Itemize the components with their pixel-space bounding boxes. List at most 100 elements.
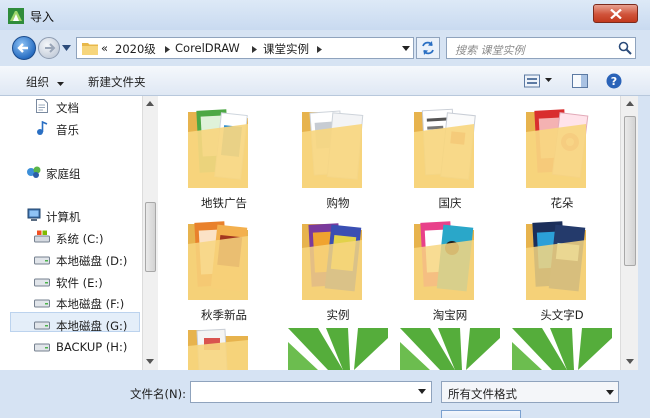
green-rays-thumbnail	[512, 328, 612, 370]
back-button[interactable]	[12, 36, 36, 60]
scroll-up-arrow-icon[interactable]	[146, 101, 154, 106]
folder-name: 实例	[326, 308, 350, 322]
history-dropdown-icon[interactable]	[62, 45, 71, 51]
folder-item[interactable]: 国庆	[400, 102, 500, 212]
refresh-button[interactable]	[416, 37, 440, 59]
import-dialog: 导入 « 2020级 CorelDRAW 课堂实例 搜索 课堂实例 组织 新建文…	[0, 0, 650, 418]
folder-icon	[188, 328, 248, 370]
file-type-value: 所有文件格式	[448, 387, 517, 401]
folder-icon	[302, 223, 362, 300]
folder-icon	[526, 109, 589, 188]
folder-name: 国庆	[438, 196, 462, 210]
file-name-dropdown-icon[interactable]	[418, 389, 426, 394]
sidebar-item-label: 计算机	[46, 210, 81, 224]
sidebar-item-label: 家庭组	[46, 167, 81, 181]
close-icon	[610, 9, 622, 19]
new-folder-button[interactable]: 新建文件夹	[88, 74, 146, 90]
drive-icon	[34, 343, 50, 352]
address-dropdown-icon[interactable]	[402, 46, 410, 51]
system-drive-icon	[34, 230, 50, 243]
computer-icon	[27, 208, 41, 221]
organize-label: 组织	[26, 75, 49, 89]
breadcrumb-segment[interactable]: 课堂实例	[263, 41, 309, 57]
folder-name: 秋季新品	[201, 308, 247, 322]
file-list-scrollbar[interactable]	[620, 96, 638, 370]
view-options-dropdown-icon[interactable]	[545, 78, 552, 82]
forward-button[interactable]	[38, 37, 60, 59]
drive-icon	[34, 299, 50, 308]
folder-item[interactable]: 实例	[288, 214, 388, 324]
search-placeholder[interactable]: 搜索 课堂实例	[455, 42, 525, 58]
scrollbar-thumb[interactable]	[624, 116, 636, 266]
arrow-right-icon	[45, 43, 56, 53]
folder-item[interactable]	[174, 326, 274, 370]
chevron-right-icon	[165, 46, 170, 53]
file-name-bar: 文件名(N): 所有文件格式	[0, 370, 650, 418]
folder-name: 购物	[326, 196, 350, 210]
window-title: 导入	[30, 10, 55, 24]
svg-text:?: ?	[611, 75, 617, 88]
sidebar-item-label: 系统 (C:)	[56, 232, 104, 246]
command-toolbar: 组织 新建文件夹 ?	[0, 66, 650, 96]
change-view-icon[interactable]	[524, 74, 540, 88]
folder-name: 花朵	[550, 196, 574, 210]
folder-name: 淘宝网	[432, 308, 468, 322]
chevron-right-icon	[317, 46, 322, 53]
title-bar: 导入	[0, 0, 650, 30]
file-type-select[interactable]: 所有文件格式	[441, 381, 619, 403]
folder-item[interactable]: 花朵	[512, 102, 612, 212]
folder-icon	[188, 221, 248, 300]
organize-menu[interactable]: 组织	[26, 74, 64, 90]
homegroup-icon	[27, 166, 41, 178]
scroll-down-arrow-icon[interactable]	[626, 359, 634, 364]
sidebar-item-label: 本地磁盘 (F:)	[56, 297, 125, 311]
green-rays-thumbnail	[400, 328, 500, 370]
folder-icon	[82, 43, 98, 55]
file-list: 地铁广告 购物 国庆 花朵 秋季新品 实例 淘宝网 头文字D	[158, 96, 620, 370]
chevron-right-icon	[252, 46, 257, 53]
folder-item[interactable]: 购物	[288, 102, 388, 212]
sidebar-item-label: 音乐	[56, 123, 79, 137]
help-icon[interactable]: ?	[606, 73, 622, 89]
scroll-down-arrow-icon[interactable]	[146, 359, 154, 364]
image-thumbnail[interactable]	[288, 328, 388, 370]
navigation-pane: 文档 音乐 家庭组 计算机 系统 (C:) 本地磁盘 (D:) 软件 (E:)	[0, 96, 142, 370]
sidebar-item-label: 本地磁盘 (D:)	[56, 254, 128, 268]
breadcrumb-segment[interactable]: 2020级	[115, 41, 156, 57]
chevron-down-icon	[56, 82, 64, 86]
import-button[interactable]	[441, 410, 521, 418]
folder-icon	[414, 221, 474, 300]
arrow-left-icon	[17, 43, 28, 53]
close-button[interactable]	[593, 4, 638, 23]
folder-icon	[526, 221, 586, 300]
folder-item[interactable]: 淘宝网	[400, 214, 500, 324]
image-thumbnail[interactable]	[512, 328, 612, 370]
preview-pane-icon[interactable]	[572, 73, 588, 89]
chevron-down-icon	[606, 390, 614, 395]
folder-name: 地铁广告	[201, 196, 247, 210]
drive-icon	[34, 278, 50, 287]
address-bar[interactable]: « 2020级 CorelDRAW 课堂实例	[76, 37, 414, 59]
folder-icon	[414, 108, 476, 188]
search-icon[interactable]	[618, 41, 632, 55]
navigation-scrollbar[interactable]	[142, 96, 158, 370]
sidebar-item-label: 本地磁盘 (G:)	[56, 319, 128, 333]
breadcrumb-overflow[interactable]: «	[101, 41, 108, 55]
file-name-label: 文件名(N):	[130, 387, 186, 401]
scroll-up-arrow-icon[interactable]	[626, 101, 634, 106]
sidebar-item-label: 软件 (E:)	[56, 276, 103, 290]
image-thumbnail[interactable]	[400, 328, 500, 370]
folder-item[interactable]: 地铁广告	[174, 102, 274, 212]
sidebar-item-label: BACKUP (H:)	[56, 340, 128, 354]
sidebar-item-label: 文档	[56, 101, 79, 115]
search-box[interactable]: 搜索 课堂实例	[446, 37, 636, 59]
folder-item[interactable]: 头文字D	[512, 214, 612, 324]
folder-item[interactable]: 秋季新品	[174, 214, 274, 324]
document-icon	[36, 99, 48, 113]
scrollbar-thumb[interactable]	[145, 202, 156, 272]
folder-icon	[188, 109, 248, 188]
breadcrumb-segment[interactable]: CorelDRAW	[175, 41, 240, 55]
refresh-icon	[422, 41, 434, 55]
drive-icon	[34, 256, 50, 265]
file-name-input[interactable]	[190, 381, 432, 403]
